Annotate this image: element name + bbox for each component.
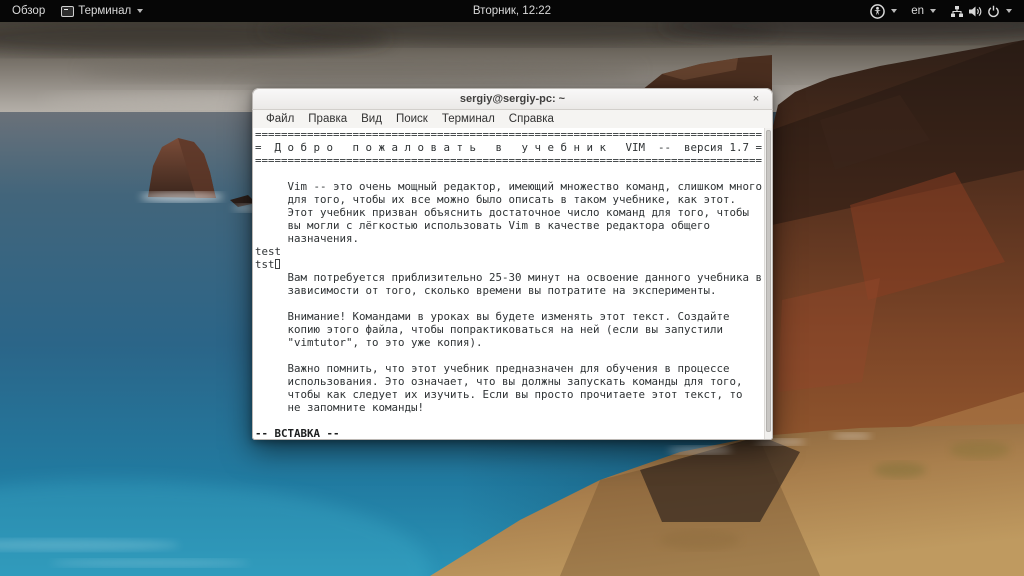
- terminal-pane[interactable]: ========================================…: [252, 128, 773, 440]
- terminal-line: копию этого файла, чтобы попрактиковатьс…: [255, 323, 724, 336]
- desktop: Обзор Терминал Вторник, 12:22 en sergiy@…: [0, 0, 1024, 576]
- terminal-line: Важно помнить, что этот учебник предназн…: [255, 362, 730, 375]
- menubar-item-1[interactable]: Правка: [301, 111, 354, 127]
- top-bar: Обзор Терминал Вторник, 12:22 en: [0, 0, 1024, 22]
- terminal-window: sergiy@sergiy-pc: ~ × Файл Правка Вид Поиск…: [252, 88, 773, 440]
- volume-icon: [968, 5, 983, 18]
- power-icon: [987, 5, 1000, 18]
- vim-status-line: -- ВСТАВКА --: [255, 427, 340, 440]
- terminal-line: Этот учебник призван объяснить достаточн…: [255, 206, 750, 219]
- menubar-item-0[interactable]: Файл: [259, 111, 301, 127]
- terminal-line: не запомните команды!: [255, 401, 425, 414]
- terminal-line: tst: [255, 258, 764, 271]
- menubar: Файл Правка Вид Поиск Терминал Справка: [252, 110, 773, 128]
- menubar-item-2[interactable]: Вид: [354, 111, 389, 127]
- terminal-text: ========================================…: [255, 128, 764, 439]
- terminal-line: назначения.: [255, 232, 360, 245]
- chevron-down-icon: [930, 9, 936, 13]
- text-cursor: [275, 259, 281, 269]
- terminal-line: Внимание! Командами в уроках вы будете и…: [255, 310, 730, 323]
- terminal-line: ========================================…: [255, 128, 763, 141]
- terminal-line: Вам потребуется приблизительно 25-30 мин…: [255, 271, 763, 284]
- menubar-item-3[interactable]: Поиск: [389, 111, 435, 127]
- clock[interactable]: Вторник, 12:22: [473, 5, 551, 17]
- menubar-item-5[interactable]: Справка: [502, 111, 561, 127]
- network-wired-icon: [950, 5, 964, 18]
- accessibility-menu[interactable]: [870, 0, 898, 22]
- chevron-down-icon: [891, 9, 898, 13]
- activities-button[interactable]: Обзор: [12, 0, 45, 22]
- terminal-line: = Д о б р о п о ж а л о в а т ь в у ч е …: [255, 141, 763, 154]
- chevron-down-icon: [137, 9, 144, 13]
- terminal-line: чтобы как следует их изучить. Если вы пр…: [255, 388, 743, 401]
- terminal-line: для того, чтобы их все можно было описат…: [255, 193, 737, 206]
- activities-label: Обзор: [12, 5, 46, 17]
- terminal-line: Vim -- это очень мощный редактор, имеющи…: [255, 180, 763, 193]
- accessibility-icon: [870, 3, 886, 19]
- system-menu[interactable]: [950, 0, 1012, 22]
- window-title: sergiy@sergiy-pc: ~: [459, 93, 566, 105]
- terminal-line: использования. Это означает, что вы долж…: [255, 375, 743, 388]
- menubar-item-4[interactable]: Терминал: [435, 111, 502, 127]
- keyboard-layout-menu[interactable]: en: [911, 0, 936, 22]
- terminal-line: "vimtutor", то это уже копия).: [255, 336, 483, 349]
- scrollbar[interactable]: [764, 128, 772, 439]
- terminal-line: test: [255, 245, 282, 258]
- keyboard-layout-label: en: [911, 5, 924, 17]
- terminal-icon: [61, 5, 75, 17]
- scrollbar-thumb[interactable]: [766, 130, 771, 432]
- terminal-line: зависимости от того, сколько времени вы …: [255, 284, 717, 297]
- app-menu-terminal[interactable]: Терминал: [61, 0, 144, 22]
- chevron-down-icon: [1006, 9, 1012, 13]
- app-menu-label: Терминал: [78, 5, 132, 17]
- close-button[interactable]: ×: [749, 93, 763, 107]
- terminal-line: ========================================…: [255, 154, 763, 167]
- window-titlebar[interactable]: sergiy@sergiy-pc: ~ ×: [252, 88, 773, 110]
- terminal-line: вы могли с лёгкостью использовать Vim в …: [255, 219, 711, 232]
